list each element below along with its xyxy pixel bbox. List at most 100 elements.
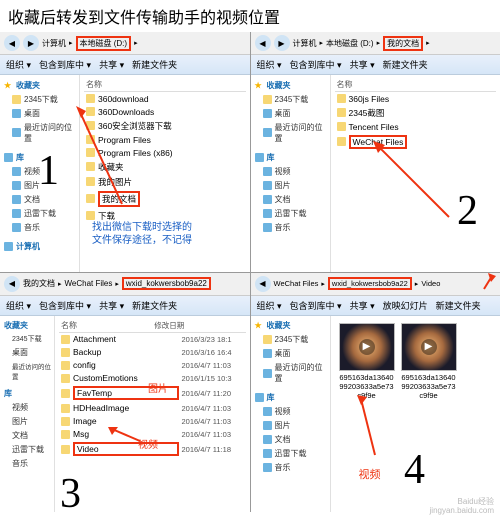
sidebar-item-docs[interactable]: 文档 — [253, 433, 328, 447]
sidebar-item-2345[interactable]: 2345下载 — [253, 92, 328, 106]
sidebar-item-recent[interactable]: 最近访问的位置 — [253, 361, 328, 386]
sidebar-item-desktop[interactable]: 桌面 — [253, 106, 328, 120]
column-headers[interactable]: 名称 — [335, 78, 497, 92]
computer-header[interactable]: 计算机 — [2, 239, 77, 253]
lib-header[interactable]: 库 — [253, 391, 328, 405]
list-item[interactable]: config2016/4/7 11:03 — [59, 359, 246, 372]
back-icon[interactable]: ◀ — [4, 276, 20, 292]
share-menu[interactable]: 共享 ▾ — [350, 58, 375, 71]
newfolder-btn[interactable]: 新建文件夹 — [132, 58, 177, 71]
slideshow-btn[interactable]: 放映幻灯片 — [383, 299, 428, 312]
list-item[interactable]: Program Files — [84, 133, 246, 146]
org-menu[interactable]: 组织 ▾ — [257, 299, 282, 312]
list-item[interactable]: Tencent Files — [335, 120, 497, 133]
list-item[interactable]: 收藏夹 — [84, 159, 246, 174]
crumb-d[interactable]: 本地磁盘 (D:) — [326, 38, 374, 49]
list-item[interactable]: Image2016/4/7 11:03 — [59, 415, 246, 428]
back-icon[interactable]: ◀ — [4, 35, 20, 51]
lib-header[interactable]: 库 — [253, 150, 328, 164]
include-menu[interactable]: 包含到库中 ▾ — [290, 299, 342, 312]
list-item[interactable]: 下载 — [84, 208, 246, 223]
newfolder-btn[interactable]: 新建文件夹 — [132, 299, 177, 312]
sidebar-item-2345[interactable]: 2345下载 — [2, 333, 52, 346]
crumb-mydocs[interactable]: 我的文档 — [23, 278, 55, 289]
lib-header[interactable]: 库 — [2, 387, 52, 401]
list-item[interactable]: 2345截图 — [335, 105, 497, 120]
sidebar-item-docs[interactable]: 文档 — [2, 192, 77, 206]
sidebar-item-pics[interactable]: 图片 — [2, 415, 52, 429]
sidebar-item-2345[interactable]: 2345下载 — [253, 333, 328, 347]
column-headers[interactable]: 名称修改日期 — [59, 319, 246, 333]
video-thumbnail[interactable]: 695163da1364099203633a5e73c9f9e — [401, 323, 457, 400]
crumb-computer[interactable]: 计算机 — [293, 38, 317, 49]
list-item[interactable]: 360js Files — [335, 92, 497, 105]
sidebar-item-recent[interactable]: 最近访问的位置 — [253, 120, 328, 145]
newfolder-btn[interactable]: 新建文件夹 — [383, 58, 428, 71]
sidebar-item-videos[interactable]: 视频 — [2, 401, 52, 415]
sidebar-item-desktop[interactable]: 桌面 — [2, 106, 77, 120]
sidebar-item-videos[interactable]: 视频 — [2, 164, 77, 178]
back-icon[interactable]: ◀ — [255, 35, 271, 51]
org-menu[interactable]: 组织 ▾ — [257, 58, 282, 71]
crumb-computer[interactable]: 计算机 — [42, 38, 66, 49]
sidebar-item-pics[interactable]: 图片 — [253, 178, 328, 192]
crumb-d-highlight[interactable]: 本地磁盘 (D:) — [76, 36, 132, 51]
column-headers[interactable]: 名称 — [84, 78, 246, 92]
crumb-video[interactable]: Video — [421, 279, 440, 288]
lib-header[interactable]: 库 — [2, 150, 77, 164]
share-menu[interactable]: 共享 ▾ — [99, 299, 124, 312]
sidebar-item-videos[interactable]: 视频 — [253, 164, 328, 178]
sidebar-item-xunlei[interactable]: 迅雷下载 — [253, 206, 328, 220]
fwd-icon[interactable]: ▶ — [23, 35, 39, 51]
sidebar-item-videos[interactable]: 视频 — [253, 405, 328, 419]
sidebar-item-docs[interactable]: 文档 — [253, 192, 328, 206]
sidebar-item-music[interactable]: 音乐 — [2, 457, 52, 471]
sidebar-item-2345[interactable]: 2345下载 — [2, 92, 77, 106]
fav-header[interactable]: 收藏夹 — [2, 319, 52, 333]
sidebar-item-music[interactable]: 音乐 — [253, 220, 328, 234]
sidebar-item-xunlei[interactable]: 迅雷下载 — [2, 443, 52, 457]
fav-header[interactable]: ★收藏夹 — [2, 78, 77, 92]
include-menu[interactable]: 包含到库中 ▾ — [39, 299, 91, 312]
crumb-wechat[interactable]: WeChat Files — [274, 279, 319, 288]
sidebar-item-music[interactable]: 音乐 — [2, 220, 77, 234]
include-menu[interactable]: 包含到库中 ▾ — [39, 58, 91, 71]
list-item[interactable]: 我的文档 — [84, 189, 246, 208]
crumb-wechat[interactable]: WeChat Files — [65, 279, 113, 288]
back-icon[interactable]: ◀ — [255, 276, 271, 292]
sidebar-item-pics[interactable]: 图片 — [253, 419, 328, 433]
list-item[interactable]: WeChat Files — [335, 133, 497, 150]
org-menu[interactable]: 组织 ▾ — [6, 58, 31, 71]
share-menu[interactable]: 共享 ▾ — [99, 58, 124, 71]
include-menu[interactable]: 包含到库中 ▾ — [290, 58, 342, 71]
sidebar-item-pics[interactable]: 图片 — [2, 178, 77, 192]
list-item[interactable]: Program Files (x86) — [84, 146, 246, 159]
address-bar[interactable]: ◀ ▶ 计算机 ▸ 本地磁盘 (D:) ▸ 我的文档 ▸ — [251, 32, 500, 55]
address-bar[interactable]: ◀ ▶ 计算机 ▸ 本地磁盘 (D:) ▸ — [0, 32, 250, 55]
list-item[interactable]: 360Downloads — [84, 105, 246, 118]
crumb-wxid-highlight[interactable]: wxid_kokwersbob9a22 — [122, 277, 211, 290]
share-menu[interactable]: 共享 ▾ — [350, 299, 375, 312]
fav-header[interactable]: ★收藏夹 — [253, 319, 328, 333]
list-item[interactable]: Backup2016/3/16 16:4 — [59, 346, 246, 359]
crumb-mydocs-highlight[interactable]: 我的文档 — [383, 36, 423, 51]
address-bar[interactable]: ◀ WeChat Files ▸ wxid_kokwersbob9a22 ▸ V… — [251, 273, 500, 296]
crumb-wxid-highlight[interactable]: wxid_kokwersbob9a22 — [328, 277, 412, 290]
sidebar-item-recent[interactable]: 最近访问的位置 — [2, 120, 77, 145]
org-menu[interactable]: 组织 ▾ — [6, 299, 31, 312]
sidebar-item-recent[interactable]: 最近访问的位置 — [2, 360, 52, 383]
address-bar[interactable]: ◀ 我的文档 ▸ WeChat Files ▸ wxid_kokwersbob9… — [0, 273, 250, 296]
fwd-icon[interactable]: ▶ — [274, 35, 290, 51]
sidebar-item-music[interactable]: 音乐 — [253, 461, 328, 475]
list-item[interactable]: 我的图片 — [84, 174, 246, 189]
video-thumbnail[interactable]: 695163da1364099203633a5e73c9f9e — [339, 323, 395, 400]
list-item[interactable]: HDHeadImage2016/4/7 11:03 — [59, 402, 246, 415]
sidebar-item-xunlei[interactable]: 迅雷下载 — [253, 447, 328, 461]
sidebar-item-desktop[interactable]: 桌面 — [2, 346, 52, 360]
list-item[interactable]: 360安全浏览器下载 — [84, 118, 246, 133]
sidebar-item-xunlei[interactable]: 迅雷下载 — [2, 206, 77, 220]
list-item[interactable]: 360download — [84, 92, 246, 105]
sidebar-item-docs[interactable]: 文档 — [2, 429, 52, 443]
newfolder-btn[interactable]: 新建文件夹 — [436, 299, 481, 312]
list-item[interactable]: Attachment2016/3/23 18:1 — [59, 333, 246, 346]
